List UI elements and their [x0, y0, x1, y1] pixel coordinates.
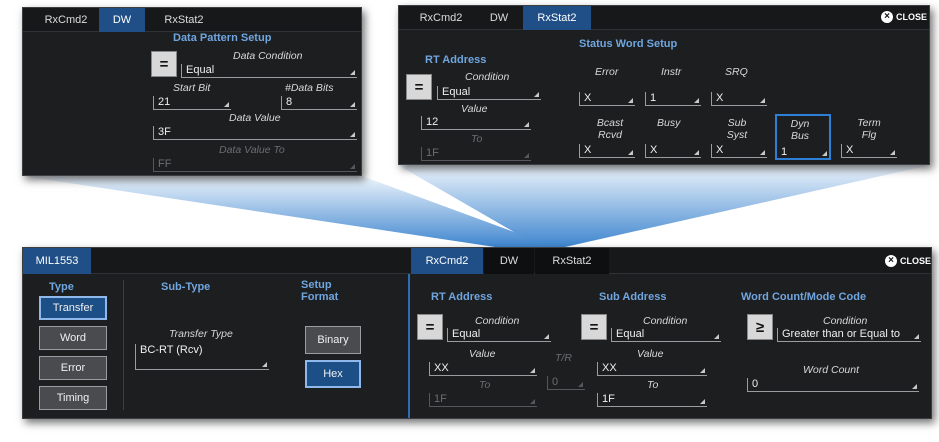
type-divider	[123, 280, 124, 410]
word-count-operator-button[interactable]: ≥	[747, 314, 773, 340]
rxstat-tab-bar: RxCmd2 DW RxStat2 × CLOSE	[399, 6, 929, 30]
tab-rxcmd2[interactable]: RxCmd2	[411, 248, 483, 274]
data-bits-field[interactable]: 8	[281, 96, 357, 110]
start-bit-field[interactable]: 21	[153, 96, 231, 110]
busy-label: Busy	[657, 117, 681, 129]
rt-condition-label: Condition	[475, 315, 520, 327]
term-flg-field[interactable]: X	[841, 144, 897, 158]
status-word-setup-title: Status Word Setup	[579, 38, 678, 50]
close-icon: ×	[885, 255, 897, 267]
dyn-bus-label: Dyn Bus	[790, 118, 810, 142]
error-field[interactable]: X	[579, 92, 635, 106]
type-word-button[interactable]: Word	[39, 326, 107, 350]
rt-value-label: Value	[469, 348, 496, 360]
tab-dw[interactable]: DW	[484, 248, 534, 274]
tab-rxcmd2[interactable]: RxCmd2	[405, 6, 477, 30]
sub-address-to-label: To	[647, 379, 659, 391]
rt-condition-select[interactable]: Equal	[447, 328, 551, 342]
tab-dw[interactable]: DW	[477, 6, 521, 30]
dyn-bus-value: 1	[781, 146, 788, 158]
term-flg-label: Term Flg	[857, 117, 881, 141]
type-transfer-button[interactable]: Transfer	[39, 296, 107, 320]
data-value-field[interactable]: 3F	[153, 126, 357, 140]
mil1553-trigger-panel: MIL1553 RxCmd2 DW RxStat2 × CLOSE Type T…	[22, 247, 932, 419]
sub-address-condition-label: Condition	[643, 315, 688, 327]
format-binary-button[interactable]: Binary	[305, 326, 361, 354]
data-condition-label: Data Condition	[233, 50, 303, 62]
data-condition-operator-button[interactable]: =	[151, 51, 177, 77]
word-count-title: Word Count/Mode Code	[741, 291, 867, 303]
rt-to-label: To	[479, 379, 491, 391]
sub-address-title: Sub Address	[599, 291, 667, 303]
sub-address-to-field[interactable]: 1F	[597, 393, 707, 407]
tr-label: T/R	[555, 352, 572, 364]
error-label: Error	[595, 66, 619, 78]
tab-dw[interactable]: DW	[99, 8, 145, 32]
sub-address-operator-button[interactable]: =	[581, 314, 607, 340]
word-count-field[interactable]: 0	[747, 378, 919, 392]
rt-to-field: 1F	[429, 393, 537, 407]
word-count-condition-select[interactable]: Greater than or Equal to	[777, 328, 921, 342]
tab-rxstat2[interactable]: RxStat2	[523, 6, 591, 30]
data-value-label: Data Value	[229, 112, 281, 124]
rxstat-zoom-panel: RxCmd2 DW RxStat2 × CLOSE RT Address = C…	[398, 5, 930, 165]
dyn-bus-field[interactable]: Dyn Bus 1	[775, 114, 831, 160]
data-condition-select[interactable]: Equal	[181, 64, 357, 78]
srq-field[interactable]: X	[711, 92, 767, 106]
sub-address-value-field[interactable]: XX	[597, 362, 707, 376]
word-count-label: Word Count	[803, 364, 860, 376]
sub-address-value-label: Value	[637, 348, 664, 360]
data-pattern-setup-title: Data Pattern Setup	[173, 32, 272, 44]
start-bit-label: Start Bit	[173, 82, 211, 94]
rt-address-title: RT Address	[431, 291, 493, 303]
rt-to-label: To	[471, 133, 483, 145]
instr-field[interactable]: 1	[645, 92, 701, 106]
bcast-rcvd-field[interactable]: X	[579, 144, 635, 158]
data-value-to-field: FF	[153, 158, 357, 172]
instr-label: Instr	[661, 66, 682, 78]
data-bits-label: #Data Bits	[285, 82, 334, 94]
close-button[interactable]: × CLOSE	[881, 11, 927, 23]
rt-condition-label: Condition	[465, 71, 510, 83]
transfer-type-select[interactable]: BC-RT (Rcv)	[135, 344, 269, 370]
rt-value-field[interactable]: XX	[429, 362, 537, 376]
data-value-to-label: Data Value To	[219, 144, 285, 156]
format-hex-button[interactable]: Hex	[305, 360, 361, 388]
sub-type-title: Sub-Type	[161, 281, 211, 293]
rt-operator-button[interactable]: =	[417, 314, 443, 340]
close-label: CLOSE	[896, 12, 928, 22]
close-icon: ×	[881, 11, 893, 23]
tab-rxcmd2[interactable]: RxCmd2	[31, 8, 101, 32]
tab-mil1553[interactable]: MIL1553	[23, 248, 91, 274]
rt-address-title: RT Address	[425, 54, 487, 66]
dw-tab-bar: RxCmd2 DW RxStat2	[23, 8, 361, 32]
rt-value-field[interactable]: 12	[421, 116, 531, 130]
rt-to-field: 1F	[421, 147, 531, 161]
setup-format-title: Setup Format	[301, 279, 339, 303]
transfer-type-label: Transfer Type	[169, 328, 233, 340]
main-tab-bar: MIL1553 RxCmd2 DW RxStat2 × CLOSE	[23, 248, 931, 274]
srq-label: SRQ	[725, 66, 748, 78]
rt-value-label: Value	[461, 103, 488, 115]
type-title: Type	[49, 281, 74, 293]
close-button[interactable]: × CLOSE	[885, 255, 931, 267]
settings-divider	[408, 274, 410, 418]
sub-syst-label: Sub Syst	[726, 117, 748, 141]
tab-rxstat2[interactable]: RxStat2	[535, 248, 609, 274]
tr-field: 0	[547, 376, 585, 390]
type-timing-button[interactable]: Timing	[39, 386, 107, 410]
busy-field[interactable]: X	[645, 144, 701, 158]
tab-rxstat2[interactable]: RxStat2	[147, 8, 221, 32]
close-label: CLOSE	[900, 256, 932, 266]
type-error-button[interactable]: Error	[39, 356, 107, 380]
rt-condition-select[interactable]: Equal	[437, 86, 541, 100]
dw-zoom-panel: RxCmd2 DW RxStat2 Data Pattern Setup = D…	[22, 7, 362, 176]
sub-syst-field[interactable]: X	[711, 144, 767, 158]
sub-address-condition-select[interactable]: Equal	[611, 328, 721, 342]
word-count-condition-label: Condition	[823, 315, 868, 327]
rt-operator-button[interactable]: =	[406, 74, 432, 100]
bcast-rcvd-label: Bcast Rcvd	[596, 117, 624, 141]
